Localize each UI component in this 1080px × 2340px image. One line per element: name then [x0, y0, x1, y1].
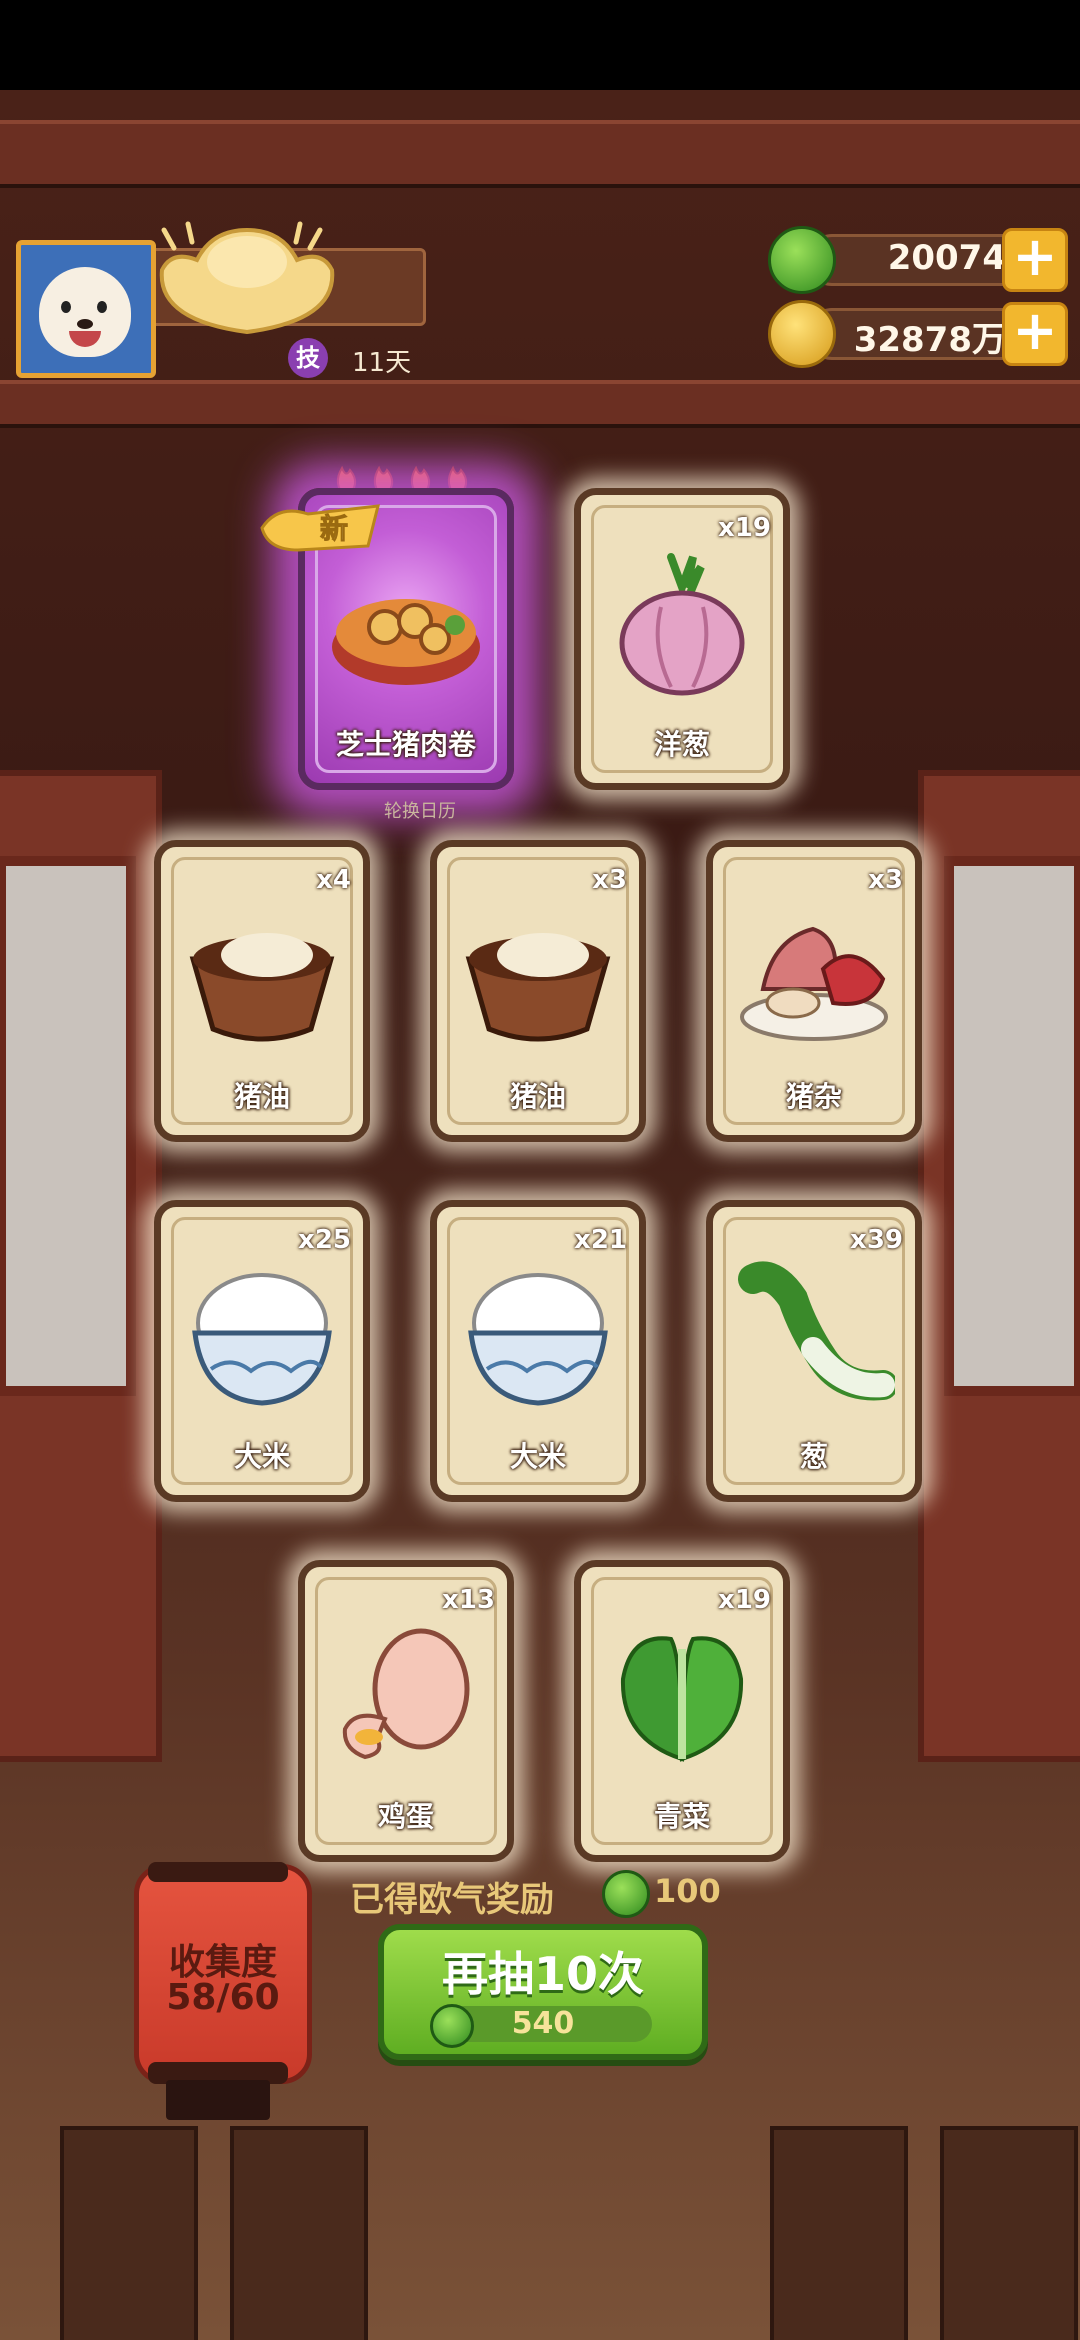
rotate-calendar-label: 轮换日历 — [384, 801, 456, 822]
days-counter: 11天 — [352, 348, 412, 378]
pork-roll-dish-icon — [332, 599, 480, 685]
draw-again-button[interactable]: 再抽10次 540 — [378, 1924, 708, 2060]
gold-coin-icon — [768, 300, 836, 368]
onion-icon — [619, 553, 745, 696]
jade-coin-icon — [602, 1870, 650, 1918]
status-bar — [0, 0, 1080, 90]
item-card-rice-1[interactable]: x25 大米 — [154, 1200, 370, 1502]
item-card-greens[interactable]: x19 青菜 — [574, 1560, 790, 1862]
floor-post — [770, 2126, 908, 2340]
jade-coin-icon — [768, 226, 836, 294]
item-card-rice-2[interactable]: x21 大米 — [430, 1200, 646, 1502]
player-avatar[interactable] — [16, 240, 156, 378]
gold-ingot-icon — [159, 221, 335, 335]
bok-choy-icon — [620, 1636, 744, 1762]
lantern-cap — [148, 1862, 288, 1882]
lard-bowl-icon — [189, 933, 335, 1042]
scallion-icon — [738, 1261, 895, 1401]
rice-bowl-icon — [468, 1273, 608, 1406]
jade-currency: 20074 + — [768, 226, 1068, 294]
luck-reward-row: 已得欧气奖励 100 — [350, 1870, 721, 1920]
item-card-egg[interactable]: x13 鸡蛋 — [298, 1560, 514, 1862]
right-door-panel — [918, 770, 1080, 1762]
new-tag-icon: 新 — [260, 504, 380, 552]
item-card-lard-1[interactable]: x4 猪油 — [154, 840, 370, 1142]
floor-post — [940, 2126, 1078, 2340]
lard-bowl-icon — [465, 933, 611, 1042]
bear-face-icon — [39, 267, 131, 357]
svg-text:新: 新 — [320, 512, 348, 545]
left-door-panel — [0, 770, 162, 1762]
skill-badge[interactable]: 技 — [288, 338, 328, 378]
rice-bowl-icon — [192, 1273, 332, 1406]
collection-lantern-button[interactable]: 收集度 58/60 — [134, 1864, 312, 2084]
add-jade-button[interactable]: + — [1002, 228, 1068, 292]
roof-beam — [0, 120, 1080, 188]
item-card-lard-2[interactable]: x3 猪油 — [430, 840, 646, 1142]
lantern-stand — [166, 2080, 270, 2120]
pork-offal-plate-icon — [740, 926, 888, 1041]
lower-beam — [0, 380, 1080, 428]
item-card-scallion[interactable]: x39 葱 — [706, 1200, 922, 1502]
egg-icon — [342, 1628, 470, 1760]
gold-currency: 32878万 + — [768, 300, 1068, 368]
add-gold-button[interactable]: + — [1002, 302, 1068, 366]
floor-post — [230, 2126, 368, 2340]
floor-post — [60, 2126, 198, 2340]
item-card-pork-offal[interactable]: x3 猪杂 — [706, 840, 922, 1142]
item-card-onion[interactable]: x19 洋葱 — [574, 488, 790, 790]
